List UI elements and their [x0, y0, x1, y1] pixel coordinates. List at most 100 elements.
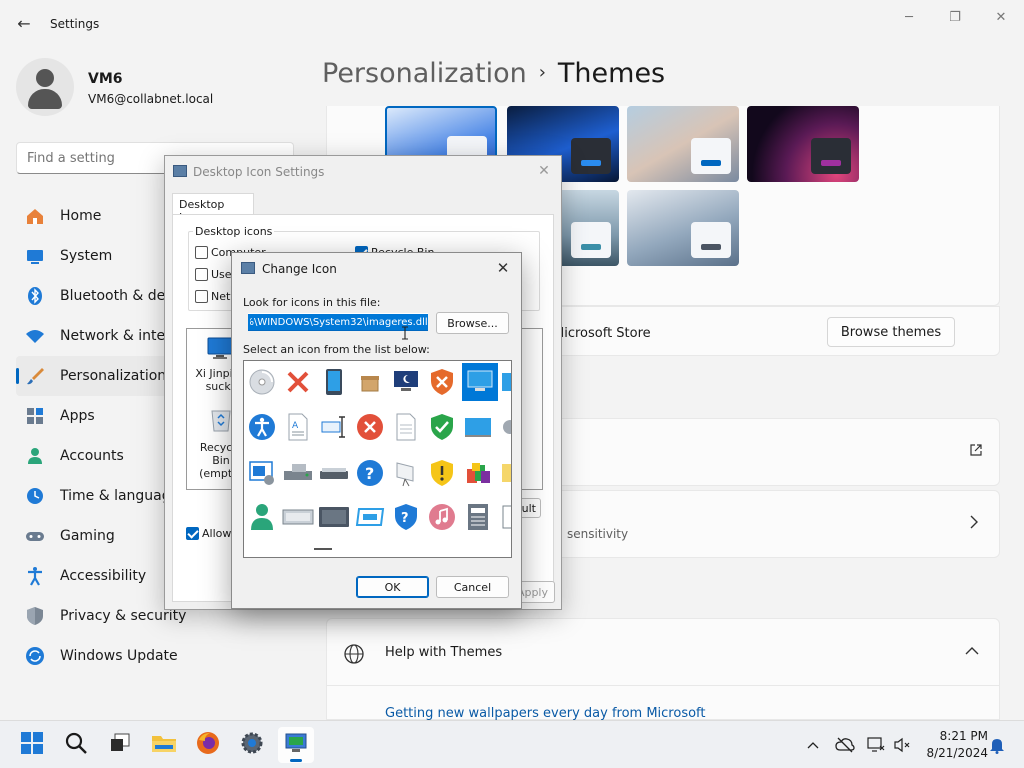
change-icon-dialog: Change Icon ✕ Look for icons in this fil…	[231, 252, 522, 609]
hard-drive-icon[interactable]	[318, 501, 350, 533]
profile-name: VM6	[88, 71, 123, 87]
file-explorer-button[interactable]	[146, 727, 182, 763]
window-settings-icon[interactable]	[246, 457, 278, 489]
sidebar-item-label: Personalization	[60, 368, 167, 384]
shield-warning-icon[interactable]	[426, 457, 458, 489]
settings-app-button[interactable]	[234, 727, 270, 763]
sidebar-item-label: Accounts	[60, 448, 124, 464]
projector-screen-icon[interactable]	[390, 457, 422, 489]
help-title: Help with Themes	[385, 645, 503, 660]
user-icon[interactable]	[246, 501, 278, 533]
gear-partial-icon[interactable]	[500, 411, 511, 443]
avatar[interactable]	[16, 58, 74, 116]
sidebar-item-label: Time & language	[60, 488, 180, 504]
search-button[interactable]	[58, 727, 94, 763]
system-clock[interactable]: 8:21 PM 8/21/2024	[918, 728, 988, 762]
box-icon[interactable]	[354, 366, 386, 398]
dialog-title: Change Icon	[262, 262, 337, 276]
page-title: Themes	[557, 58, 666, 89]
scanner-icon[interactable]	[318, 457, 350, 489]
ok-button[interactable]: OK	[356, 576, 429, 598]
chevron-right-icon	[969, 515, 979, 533]
text-cursor-icon	[401, 326, 409, 344]
shield-x-icon[interactable]	[426, 366, 458, 398]
maximize-button[interactable]: ❐	[940, 8, 970, 28]
programs-icon[interactable]	[462, 457, 494, 489]
store-text: Microsoft Store	[553, 326, 651, 341]
blank-document-icon[interactable]	[390, 411, 422, 443]
taskbar: 8:21 PM 8/21/2024	[0, 720, 1024, 768]
icon-grid[interactable]: A ? ?	[243, 360, 512, 558]
tab-desktop-icons[interactable]: Desktop Icons	[172, 193, 254, 224]
sleep-monitor-icon[interactable]	[390, 366, 422, 398]
svg-text:A: A	[292, 421, 299, 431]
computer-icon[interactable]	[207, 337, 233, 365]
sidebar-item-label: System	[60, 248, 113, 264]
clock-date: 8/21/2024	[926, 746, 988, 760]
svg-text:?: ?	[365, 464, 374, 483]
shield-check-icon[interactable]	[426, 411, 458, 443]
breadcrumb-parent[interactable]: Personalization	[322, 58, 527, 89]
news-document-icon[interactable]	[462, 501, 494, 533]
browse-themes-button[interactable]: Browse themes	[827, 317, 955, 347]
look-for-label: Look for icons in this file:	[243, 296, 381, 309]
dialog-close-button[interactable]: ✕	[535, 162, 553, 180]
cd-icon[interactable]	[246, 366, 278, 398]
dialog-title-bar: Desktop Icon Settings ✕	[165, 156, 561, 188]
setting-description: sensitivity	[567, 527, 629, 541]
recycle-bin-icon[interactable]	[209, 407, 233, 437]
server-icon[interactable]	[282, 457, 314, 489]
monitor-icon	[24, 245, 46, 267]
minimize-button[interactable]: ─	[894, 8, 924, 28]
accessibility-icon[interactable]	[246, 411, 278, 443]
external-link-icon	[969, 443, 983, 461]
task-view-button[interactable]	[102, 727, 138, 763]
blue-screen-icon[interactable]	[462, 411, 494, 443]
help-icon[interactable]: ?	[354, 457, 386, 489]
network-monitor-icon[interactable]	[866, 735, 886, 755]
chevron-up-icon[interactable]	[803, 735, 823, 755]
horizontal-scrollbar[interactable]	[314, 548, 332, 550]
chevron-up-icon	[965, 645, 979, 660]
back-button[interactable]: ←	[12, 12, 36, 36]
notification-bell-icon[interactable]	[987, 735, 1007, 755]
dialog-title: Desktop Icon Settings	[193, 165, 325, 179]
cancel-button[interactable]: Cancel	[436, 576, 509, 598]
error-icon[interactable]	[354, 411, 386, 443]
music-icon[interactable]	[426, 501, 458, 533]
cloud-offline-icon[interactable]	[835, 735, 855, 755]
brush-icon	[24, 365, 46, 387]
rename-icon[interactable]	[318, 411, 350, 443]
shield-icon	[24, 605, 46, 627]
clock-time: 8:21 PM	[939, 729, 988, 743]
sidebar-item-label: Home	[60, 208, 102, 224]
blue-window-icon[interactable]	[500, 366, 511, 398]
browse-button[interactable]: Browse...	[436, 312, 509, 334]
start-button[interactable]	[14, 727, 50, 763]
yellow-partial-icon[interactable]	[500, 457, 511, 489]
red-x-icon[interactable]	[282, 366, 314, 398]
theme-thumbnail[interactable]	[627, 190, 739, 266]
accessibility-icon	[24, 565, 46, 587]
theme-thumbnail[interactable]	[627, 106, 739, 182]
page-partial-icon[interactable]	[500, 501, 511, 533]
theme-thumbnail[interactable]	[747, 106, 859, 182]
text-document-icon[interactable]: A	[282, 411, 314, 443]
shield-help-icon[interactable]: ?	[390, 501, 422, 533]
svg-text:?: ?	[401, 511, 409, 526]
drive-frame-icon[interactable]	[354, 501, 386, 533]
gear-icon	[240, 731, 264, 759]
drive-bay-icon[interactable]	[282, 501, 314, 533]
help-section-header[interactable]: Help with Themes	[326, 618, 1000, 686]
gamepad-icon	[24, 525, 46, 547]
dialog-close-button[interactable]: ✕	[493, 258, 513, 278]
desktop-icon-settings-taskbar-button[interactable]	[278, 727, 314, 763]
help-link[interactable]: Getting new wallpapers every day from Mi…	[385, 706, 706, 721]
tablet-icon[interactable]	[318, 366, 350, 398]
firefox-button[interactable]	[190, 727, 226, 763]
bluetooth-icon	[24, 285, 46, 307]
sidebar-item-windows-update[interactable]: Windows Update	[16, 636, 296, 676]
monitor-icon-selected[interactable]	[462, 363, 498, 401]
volume-muted-icon[interactable]	[892, 735, 912, 755]
close-button[interactable]: ✕	[986, 8, 1016, 28]
